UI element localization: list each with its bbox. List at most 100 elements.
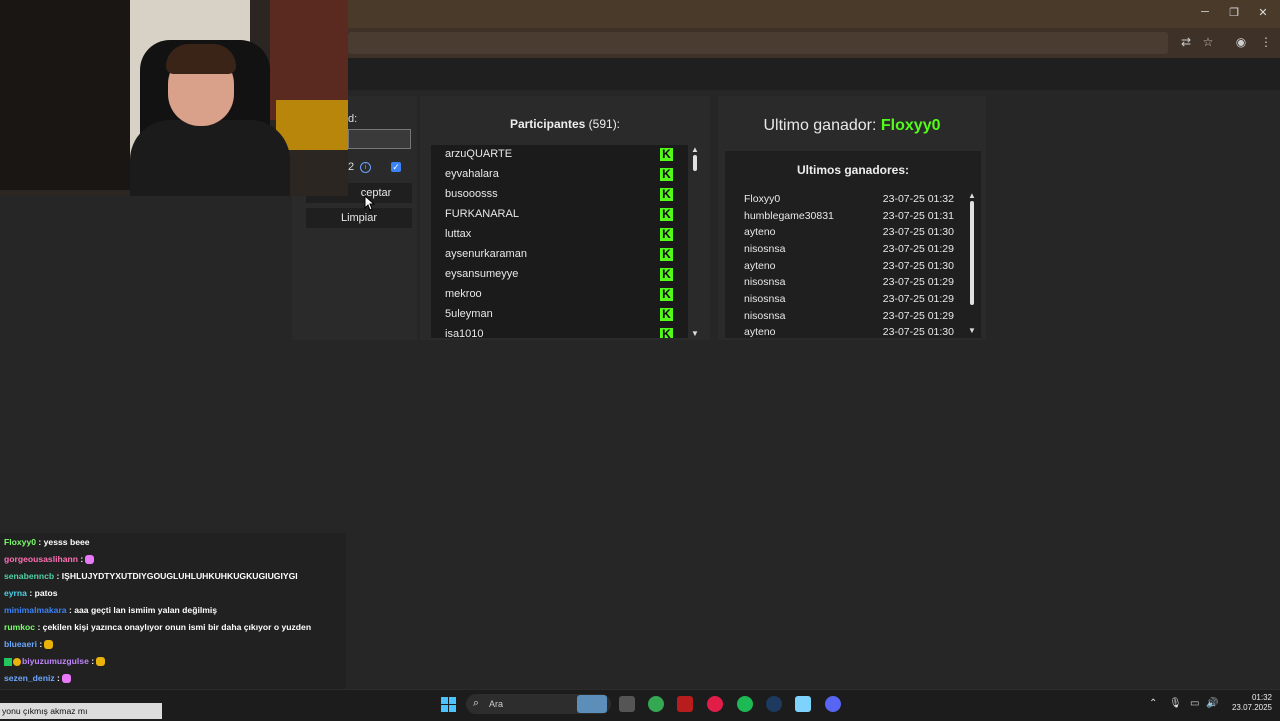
winner-name: humblegame30831 bbox=[744, 210, 834, 222]
winner-row: nisosnsa 23-07-25 01:29 bbox=[744, 310, 954, 327]
chat-user: gorgeousaslihann bbox=[4, 554, 79, 564]
info-icon[interactable]: i bbox=[360, 162, 371, 173]
star-icon[interactable]: ☆ bbox=[1201, 35, 1215, 49]
winner-date: 23-07-25 01:31 bbox=[882, 210, 954, 222]
list-item[interactable]: 5uleyman K bbox=[431, 305, 688, 325]
scroll-thumb[interactable] bbox=[970, 201, 974, 305]
kick-icon: K bbox=[660, 248, 673, 261]
chat-text: : bbox=[39, 639, 43, 649]
chat-user: minimalmakara bbox=[4, 605, 67, 615]
participants-title-label: Participantes bbox=[509, 117, 586, 131]
steam-icon[interactable] bbox=[766, 696, 782, 712]
participants-scrollbar[interactable]: ▲ ▼ bbox=[690, 145, 700, 338]
microphone-icon[interactable]: 🎙 bbox=[1169, 698, 1182, 709]
chat-message: gorgeousaslihann : bbox=[4, 554, 95, 565]
scroll-up-icon[interactable]: ▲ bbox=[691, 145, 699, 154]
chat-user: blueaeri bbox=[4, 639, 37, 649]
windows-start-icon[interactable] bbox=[441, 697, 456, 712]
winner-row: ayteno 23-07-25 01:30 bbox=[744, 226, 954, 243]
winner-date: 23-07-25 01:30 bbox=[882, 226, 954, 238]
list-item[interactable]: isa1010 K bbox=[431, 325, 688, 338]
winner-date: 23-07-25 01:29 bbox=[882, 243, 954, 255]
close-button[interactable]: ✕ bbox=[1256, 6, 1270, 19]
spotify-icon[interactable] bbox=[737, 696, 753, 712]
winner-date: 23-07-25 01:29 bbox=[882, 293, 954, 305]
address-bar[interactable] bbox=[348, 32, 1168, 54]
menu-icon[interactable]: ⋮ bbox=[1259, 35, 1273, 49]
clear-button[interactable]: Limpiar bbox=[306, 208, 412, 228]
settings-input[interactable] bbox=[348, 129, 411, 149]
webcam-overlay bbox=[0, 0, 348, 196]
winner-date: 23-07-25 01:32 bbox=[882, 193, 954, 205]
chat-message: Floxyy0 : yesss beee bbox=[4, 537, 90, 547]
last-winner: Ultimo ganador: Floxyy0 bbox=[718, 117, 986, 135]
webcam-person-hair bbox=[166, 44, 236, 74]
list-item[interactable]: eyvahalara K bbox=[431, 165, 688, 185]
kick-icon: K bbox=[660, 148, 673, 161]
participant-name: 5uleyman bbox=[445, 308, 493, 320]
winner-name: nisosnsa bbox=[744, 293, 786, 305]
webcam-shelf bbox=[0, 0, 130, 190]
chat-message: rumkoc : çekilen kişi yazınca onaylıyor … bbox=[4, 622, 311, 632]
chat-user: sezen_deniz bbox=[4, 673, 55, 683]
badge-icon bbox=[13, 657, 21, 666]
chat-message: blueaeri : bbox=[4, 639, 54, 650]
scroll-thumb[interactable] bbox=[693, 155, 697, 171]
participant-name: eyvahalara bbox=[445, 168, 499, 180]
list-item[interactable]: eysansumeyye K bbox=[431, 265, 688, 285]
list-item[interactable]: mekroo K bbox=[431, 285, 688, 305]
profile-icon[interactable]: ◉ bbox=[1234, 35, 1248, 49]
winner-name: ayteno bbox=[744, 260, 776, 272]
restore-button[interactable]: ❐ bbox=[1227, 6, 1241, 19]
kick-icon: K bbox=[660, 328, 673, 338]
minimize-button[interactable]: ─ bbox=[1198, 6, 1212, 18]
scroll-down-icon[interactable]: ▼ bbox=[691, 329, 699, 338]
opera-icon[interactable] bbox=[707, 696, 723, 712]
participants-list[interactable]: arzuQUARTE K eyvahalara K busooosss K FURKA… bbox=[431, 145, 688, 338]
winner-row: nisosnsa 23-07-25 01:29 bbox=[744, 293, 954, 310]
list-item[interactable]: luttax K bbox=[431, 225, 688, 245]
webcam-boxes bbox=[276, 100, 348, 150]
scroll-down-icon[interactable]: ▼ bbox=[968, 326, 976, 335]
taskbar bbox=[0, 689, 1280, 721]
winners-title: Ultimos ganadores: bbox=[796, 163, 910, 177]
chat-user: eyrna bbox=[4, 588, 27, 598]
winner-date: 23-07-25 01:29 bbox=[882, 276, 954, 288]
emote-icon bbox=[61, 674, 71, 684]
chat-text: : çekilen kişi yazınca onaylıyor onun is… bbox=[37, 622, 312, 632]
list-item[interactable]: arzuQUARTE K bbox=[431, 145, 688, 165]
scroll-up-icon[interactable]: ▲ bbox=[968, 191, 976, 200]
last-winner-name: Floxyy0 bbox=[880, 117, 941, 134]
participants-title: Participantes (591): bbox=[420, 117, 710, 131]
kick-icon: K bbox=[660, 228, 673, 241]
winner-row: nisosnsa 23-07-25 01:29 bbox=[744, 276, 954, 293]
chat-message: sezen_deniz : bbox=[4, 673, 71, 684]
app-icon[interactable] bbox=[677, 696, 693, 712]
chat-message: senabenncb : IŞHLUJYDTYXUTDIYGOUGLUHLUHK… bbox=[4, 571, 298, 581]
emote-icon bbox=[96, 657, 106, 667]
winners-list[interactable]: Ultimos ganadores: Floxyy0 23-07-25 01:32… bbox=[725, 151, 981, 338]
winner-name: Floxyy0 bbox=[744, 193, 781, 205]
taskbar-clock[interactable]: 01:32 23.07.2025 bbox=[1224, 693, 1272, 713]
participant-name: mekroo bbox=[445, 288, 482, 300]
clock-date: 23.07.2025 bbox=[1231, 703, 1272, 712]
file-explorer-icon[interactable] bbox=[619, 696, 635, 712]
translate-icon[interactable]: ⇄ bbox=[1179, 35, 1193, 49]
list-item[interactable]: aysenurkaraman K bbox=[431, 245, 688, 265]
display-icon[interactable]: ▭ bbox=[1190, 698, 1199, 709]
chat-input-message: yonu çıkmış akmaz mı bbox=[0, 703, 162, 719]
chrome-icon[interactable] bbox=[648, 696, 664, 712]
tray-chevron-icon[interactable]: ⌃ bbox=[1149, 698, 1157, 709]
list-item[interactable]: busooosss K bbox=[431, 185, 688, 205]
volume-icon[interactable]: 🔊 bbox=[1206, 698, 1218, 709]
winner-row: ayteno 23-07-25 01:30 bbox=[744, 326, 954, 338]
chat-text: : bbox=[80, 554, 84, 564]
winner-row: humblegame30831 23-07-25 01:31 bbox=[744, 210, 954, 227]
settings-checkbox[interactable]: ✓ bbox=[391, 162, 401, 172]
list-item[interactable]: FURKANARAL K bbox=[431, 205, 688, 225]
app-icon[interactable] bbox=[795, 696, 811, 712]
kick-icon: K bbox=[660, 308, 673, 321]
discord-icon[interactable] bbox=[825, 696, 841, 712]
winners-scrollbar[interactable]: ▲ ▼ bbox=[967, 191, 977, 335]
chat-text: : IŞHLUJYDTYXUTDIYGOUGLUHLUHKUHKUGKUGIUG… bbox=[56, 571, 298, 581]
